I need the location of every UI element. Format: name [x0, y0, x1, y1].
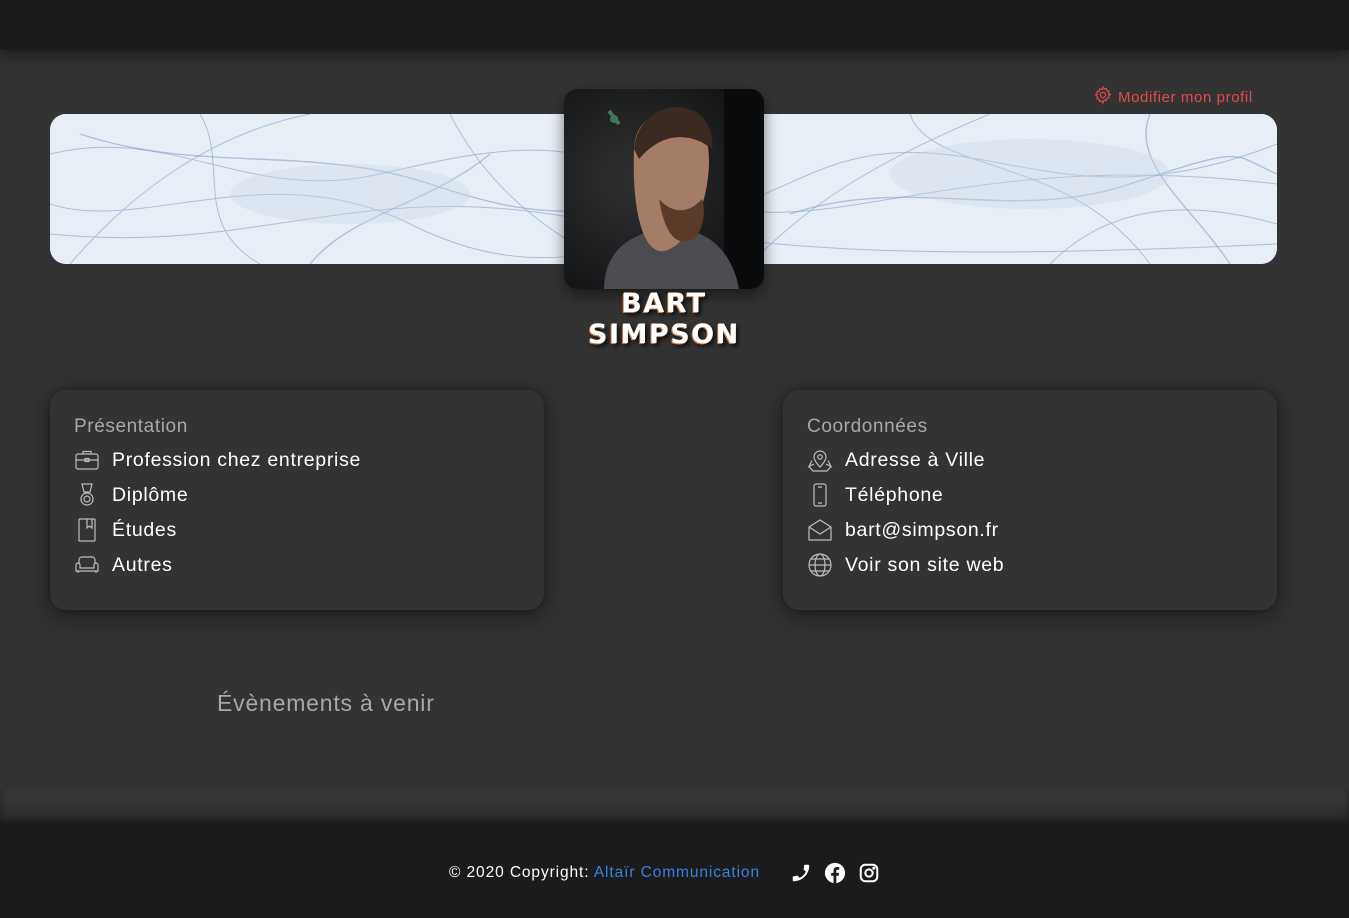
couch-icon [74, 552, 100, 578]
upcoming-events-title: Évènements à venir [217, 690, 435, 716]
top-navbar [0, 0, 1349, 50]
presentation-item-label: Diplôme [112, 483, 189, 506]
contact-item-phone: Téléphone [807, 480, 943, 510]
phone-icon [807, 482, 833, 508]
presentation-item-others: Autres [74, 550, 173, 580]
bookmark-book-icon [74, 517, 100, 543]
facebook-icon[interactable] [824, 862, 846, 884]
copyright-text: © 2020 Copyright: Altaïr Communication [449, 864, 760, 882]
edit-profile-link[interactable]: Modifier mon profil [1093, 85, 1253, 109]
footer-social-links [790, 862, 880, 884]
contact-item-email[interactable]: bart@simpson.fr [807, 515, 999, 545]
contact-item-label: Voir son site web [845, 553, 1005, 576]
presentation-item-label: Études [112, 518, 177, 541]
presentation-item-studies: Études [74, 515, 177, 545]
presentation-title: Présentation [74, 416, 188, 437]
profile-name: BART SIMPSON [588, 288, 740, 350]
contact-item-label: Téléphone [845, 483, 944, 506]
presentation-item-diploma: Diplôme [74, 480, 188, 510]
contact-item-label: bart@simpson.fr [845, 518, 999, 541]
presentation-item-label: Autres [112, 553, 173, 576]
contact-item-address: Adresse à Ville [807, 445, 985, 475]
gear-icon [1093, 85, 1113, 109]
instagram-icon[interactable] [858, 862, 880, 884]
contact-title: Coordonnées [807, 416, 928, 437]
edit-profile-label: Modifier mon profil [1118, 88, 1253, 106]
contact-item-website[interactable]: Voir son site web [807, 550, 1004, 580]
map-pin-icon [807, 447, 833, 473]
phone-icon[interactable] [790, 862, 812, 884]
contact-item-label: Adresse à Ville [845, 448, 986, 471]
contact-card: Coordonnées Adresse à Ville Téléphone ba… [783, 390, 1277, 610]
medal-icon [74, 482, 100, 508]
presentation-item-profession: Profession chez entreprise [74, 445, 361, 475]
presentation-card: Présentation Profession chez entreprise … [50, 390, 544, 610]
copyright-prefix: © 2020 Copyright: [449, 864, 594, 881]
envelope-icon [807, 517, 833, 543]
briefcase-icon [74, 447, 100, 473]
company-link[interactable]: Altaïr Communication [594, 864, 760, 881]
presentation-item-label: Profession chez entreprise [112, 448, 362, 471]
globe-icon [807, 552, 833, 578]
footer-divider [0, 790, 1349, 822]
profile-avatar [564, 89, 764, 289]
